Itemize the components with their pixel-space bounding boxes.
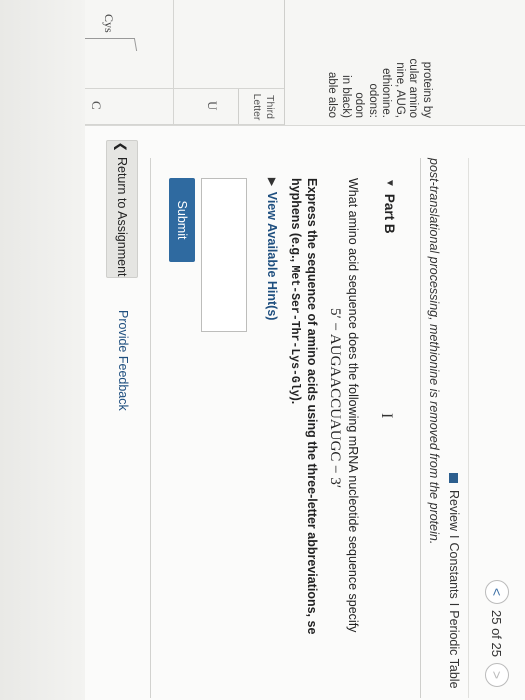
side-text-line: nine, AUG,	[394, 62, 406, 118]
table-row-divider	[173, 0, 174, 125]
divider	[468, 158, 469, 698]
instruction-text: ).	[289, 396, 303, 405]
third-letter-c: C	[89, 101, 104, 110]
answer-input[interactable]	[201, 178, 247, 332]
collapse-triangle-icon: ▼	[384, 178, 395, 188]
codon-table: Third Letter U C Cys	[64, 0, 285, 125]
example-sequence: Met-Ser-Thr-Lys-Gly	[288, 265, 301, 397]
part-title: Part B	[382, 193, 397, 234]
side-text-line: odons:	[367, 83, 379, 118]
constants-link[interactable]: Constants	[447, 542, 461, 598]
side-text-line: in black)	[340, 75, 352, 118]
return-to-assignment-button[interactable]: ❮ Return to Assignment	[106, 140, 138, 278]
previous-button[interactable]: <	[485, 580, 509, 604]
part-b-header[interactable]: ▼ Part B	[382, 178, 397, 234]
periodic-table-link[interactable]: Periodic Table	[447, 610, 461, 688]
side-text-line: ethionine.	[380, 68, 393, 118]
side-text-line: proteins by	[421, 61, 433, 118]
provide-feedback-link[interactable]: Provide Feedback	[116, 310, 130, 411]
third-letter-header: Third Letter	[238, 88, 284, 125]
chevron-left-icon: ❮	[114, 141, 129, 152]
problem-navigation: < 25 of 25 >	[485, 580, 509, 687]
page-bottom-area	[0, 0, 85, 700]
side-panel-text: proteins by cular amino nine, AUG, ethio…	[325, 0, 434, 118]
instruction-line: Express the sequence of amino acids usin…	[305, 178, 319, 635]
instruction-line: hyphens (e.g., Met-Ser-Thr-Lys-Gly).	[286, 178, 304, 698]
text-cursor-icon: I	[378, 413, 395, 419]
link-separator: I	[447, 535, 461, 539]
chevron-left-icon: <	[489, 587, 505, 597]
submit-button[interactable]: Submit	[169, 178, 195, 262]
side-text-line: odon	[353, 92, 366, 118]
side-text-line: able also	[326, 71, 339, 118]
mrna-sequence: 5′ − AUGAACCUAUGC − 3′	[327, 308, 343, 489]
problem-counter: 25 of 25	[489, 610, 505, 657]
view-hints-link[interactable]: ▶ View Available Hint(s)	[265, 178, 279, 320]
third-letter-u: U	[205, 101, 220, 111]
resource-links: Review I Constants I Periodic Table	[447, 473, 461, 689]
return-label: Return to Assignment	[115, 156, 129, 277]
amino-acid-label: Cys	[102, 14, 116, 33]
chevron-right-icon: >	[489, 670, 505, 680]
cys-bracket	[80, 38, 138, 51]
review-icon	[449, 473, 459, 483]
table-divider	[64, 124, 284, 125]
next-button[interactable]: >	[485, 663, 509, 687]
answer-instructions: Express the sequence of amino acids usin…	[286, 178, 320, 698]
side-text-line: cular amino	[407, 58, 420, 118]
question-text: What amino acid sequence does the follow…	[346, 178, 360, 633]
problem-note: post-translational processing, methionin…	[427, 158, 441, 545]
review-link[interactable]: Review	[447, 490, 461, 531]
hint-label: View Available Hint(s)	[265, 191, 279, 321]
instruction-text: hyphens (e.g.,	[289, 178, 303, 266]
divider	[420, 158, 421, 698]
link-separator: I	[447, 602, 461, 607]
divider	[150, 158, 151, 698]
table-divider	[64, 88, 284, 89]
expand-triangle-icon: ▶	[266, 178, 278, 186]
rotated-page: proteins by cular amino nine, AUG, ethio…	[0, 0, 525, 700]
